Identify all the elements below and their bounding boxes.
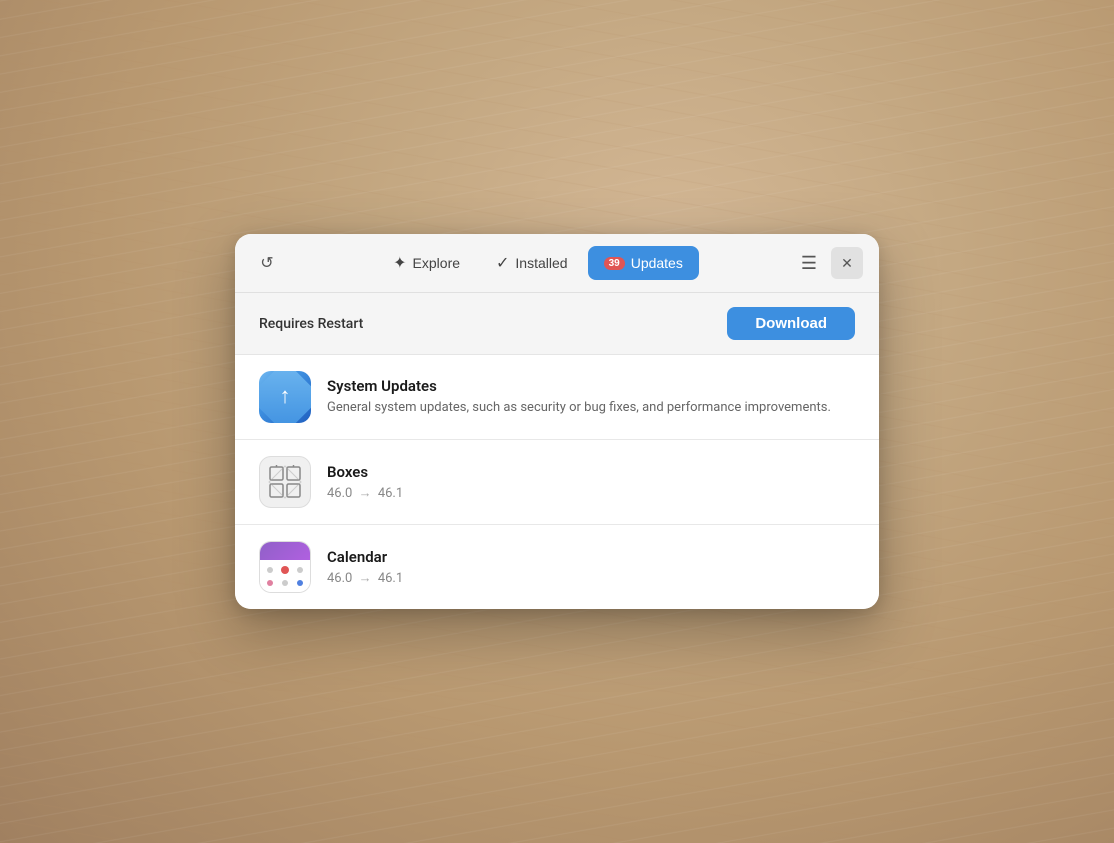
tab-explore[interactable]: ✦ Explore	[377, 246, 476, 280]
hamburger-icon: ☰	[801, 253, 817, 274]
version-to: 46.1	[378, 571, 403, 586]
calendar-dot	[267, 567, 273, 573]
title-bar-actions: ☰ ✕	[793, 247, 863, 279]
software-updates-dialog: ↺ ✦ Explore ✓ Installed 39 Updates ☰	[235, 234, 879, 609]
calendar-app-icon	[259, 541, 311, 593]
tab-updates[interactable]: 39 Updates	[588, 246, 699, 280]
explore-icon: ✦	[393, 253, 406, 273]
app-name: Calendar	[327, 548, 855, 566]
version-from: 46.0	[327, 571, 352, 586]
tab-updates-label: Updates	[631, 255, 683, 271]
version-arrow-icon: →	[355, 571, 374, 586]
installed-icon: ✓	[496, 253, 509, 273]
requires-restart-label: Requires Restart	[259, 316, 363, 332]
list-item: Boxes 46.0 → 46.1	[235, 440, 879, 525]
calendar-inner-icon	[260, 542, 310, 592]
system-updates-info: System Updates General system updates, s…	[327, 377, 855, 417]
app-list: ↑ System Updates General system updates,…	[235, 354, 879, 609]
list-item: Calendar 46.0 → 46.1	[235, 525, 879, 609]
calendar-dot	[281, 566, 289, 574]
refresh-icon: ↺	[260, 253, 273, 273]
calendar-dot	[297, 567, 303, 573]
download-button[interactable]: Download	[727, 307, 855, 340]
list-item: ↑ System Updates General system updates,…	[235, 355, 879, 440]
version-from: 46.0	[327, 486, 352, 501]
calendar-dot	[282, 580, 288, 586]
version-arrow-icon: →	[355, 486, 374, 501]
close-button[interactable]: ✕	[831, 247, 863, 279]
refresh-button[interactable]: ↺	[251, 247, 283, 279]
calendar-dot	[297, 580, 303, 586]
boxes-info: Boxes 46.0 → 46.1	[327, 463, 855, 501]
tab-installed[interactable]: ✓ Installed	[480, 246, 584, 280]
close-icon: ✕	[841, 255, 853, 272]
boxes-app-icon	[259, 456, 311, 508]
content-area: Requires Restart Download ↑ System Updat…	[235, 293, 879, 609]
calendar-dot	[267, 580, 273, 586]
calendar-header	[260, 542, 310, 560]
app-name: System Updates	[327, 377, 855, 395]
version-to: 46.1	[378, 486, 403, 501]
app-description: General system updates, such as security…	[327, 399, 855, 417]
arrow-up-icon: ↑	[280, 386, 291, 408]
boxes-inner-icon	[266, 463, 304, 501]
app-version: 46.0 → 46.1	[327, 485, 855, 501]
calendar-body	[260, 560, 310, 592]
app-name: Boxes	[327, 463, 855, 481]
requires-restart-bar: Requires Restart Download	[235, 293, 879, 354]
nav-tabs: ✦ Explore ✓ Installed 39 Updates	[291, 246, 785, 280]
menu-button[interactable]: ☰	[793, 247, 825, 279]
calendar-info: Calendar 46.0 → 46.1	[327, 548, 855, 586]
tab-installed-label: Installed	[515, 255, 567, 271]
app-version: 46.0 → 46.1	[327, 570, 855, 586]
system-updates-icon: ↑	[259, 371, 311, 423]
dialog-overlay: ↺ ✦ Explore ✓ Installed 39 Updates ☰	[0, 0, 1114, 843]
tab-explore-label: Explore	[413, 255, 460, 271]
title-bar: ↺ ✦ Explore ✓ Installed 39 Updates ☰	[235, 234, 879, 293]
updates-badge: 39	[604, 257, 625, 270]
